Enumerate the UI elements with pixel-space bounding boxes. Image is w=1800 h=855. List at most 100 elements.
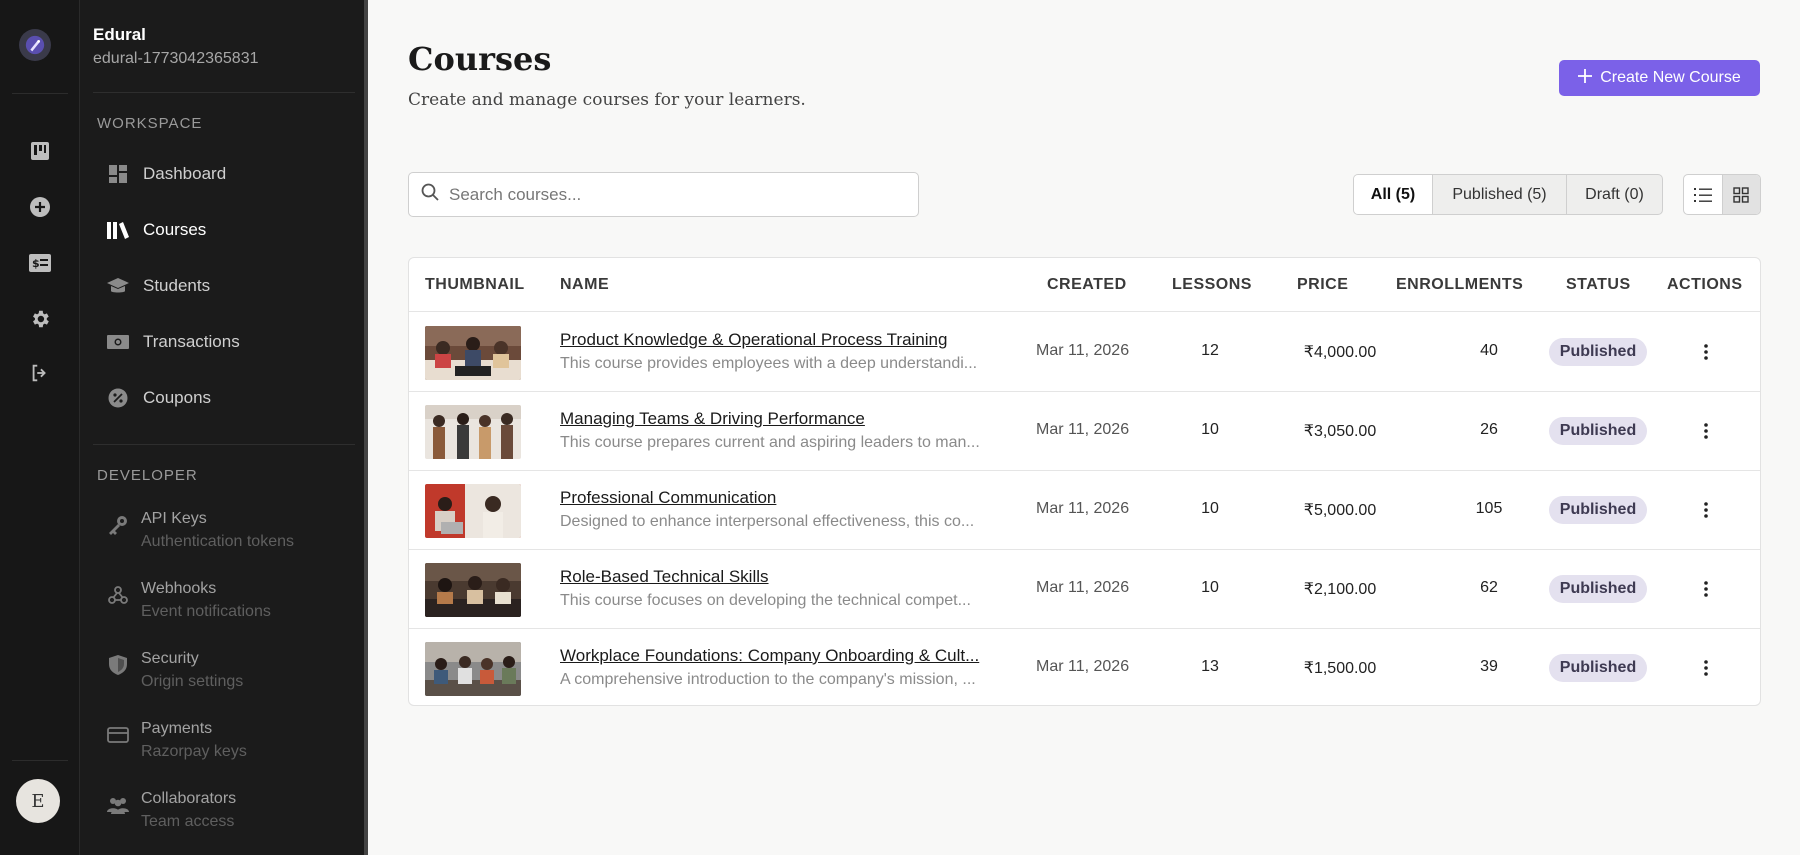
sidebar-item-courses[interactable]: Courses <box>107 215 347 245</box>
more-actions-icon[interactable] <box>1693 653 1719 683</box>
status-badge: Published <box>1549 417 1647 445</box>
filter-all[interactable]: All (5) <box>1354 175 1432 214</box>
sidebar-item-label: Students <box>143 276 211 295</box>
sidebar-item-payments[interactable]: Payments Razorpay keys <box>107 720 347 761</box>
more-actions-icon[interactable] <box>1693 337 1719 367</box>
more-actions-icon[interactable] <box>1693 495 1719 525</box>
sidebar-item-coupons[interactable]: Coupons <box>107 383 347 413</box>
dev-item-label: Collaborators <box>141 790 237 807</box>
sidebar: Edural edural-1773042365831 WORKSPACE Da… <box>80 0 367 855</box>
column-header: ENROLLMENTS <box>1396 276 1524 293</box>
column-header: STATUS <box>1566 276 1631 293</box>
users-icon <box>107 794 129 816</box>
column-header: CREATED <box>1047 276 1127 293</box>
sidebar-item-webhooks[interactable]: Webhooks Event notifications <box>107 580 347 621</box>
course-title-link[interactable]: Product Knowledge & Operational Process … <box>560 330 1010 350</box>
course-title-link[interactable]: Workplace Foundations: Company Onboardin… <box>560 646 1010 666</box>
course-description: This course focuses on developing the te… <box>560 592 971 609</box>
search-input[interactable] <box>449 184 889 205</box>
user-avatar[interactable]: E <box>16 779 60 823</box>
sidebar-item-label: Transactions <box>143 332 240 351</box>
status-badge: Published <box>1549 654 1647 682</box>
svg-text:$: $ <box>32 257 40 270</box>
course-name-cell: Professional Communication Designed to e… <box>560 488 1010 531</box>
icon-rail: $ E <box>0 0 80 855</box>
more-actions-icon[interactable] <box>1693 574 1719 604</box>
filter-published[interactable]: Published (5) <box>1432 175 1566 214</box>
course-thumbnail[interactable] <box>425 563 521 617</box>
course-thumbnail[interactable] <box>425 405 521 459</box>
org-name: Edural <box>93 25 146 44</box>
grid-view-icon <box>1733 186 1749 203</box>
course-thumbnail[interactable] <box>425 642 521 696</box>
sidebar-divider <box>93 92 355 93</box>
percent-badge-icon <box>107 387 129 409</box>
column-header: ACTIONS <box>1667 276 1743 293</box>
grid-icon <box>107 163 129 185</box>
banknote-icon <box>107 331 129 353</box>
status-badge: Published <box>1549 575 1647 603</box>
workspace-section-title: WORKSPACE <box>97 115 203 132</box>
developer-section-title: DEVELOPER <box>97 467 198 484</box>
dev-item-label: Security <box>141 650 199 667</box>
dev-item-label: API Keys <box>141 510 207 527</box>
dev-item-sub: Team access <box>141 813 235 830</box>
page-title: Courses <box>408 40 552 78</box>
table-row[interactable]: Product Knowledge & Operational Process … <box>409 313 1760 392</box>
course-name-cell: Managing Teams & Driving Performance Thi… <box>560 409 1010 452</box>
table-row[interactable]: Managing Teams & Driving Performance Thi… <box>409 392 1760 471</box>
sidebar-scrollbar[interactable] <box>364 0 368 855</box>
grid-view-button[interactable] <box>1721 175 1760 214</box>
logout-icon[interactable] <box>27 360 53 386</box>
created-date: Mar 11, 2026 <box>1036 658 1130 675</box>
column-header: PRICE <box>1297 276 1349 293</box>
status-badge: Published <box>1549 338 1647 366</box>
dev-item-sub: Event notifications <box>141 603 271 620</box>
page-subtitle: Create and manage courses for your learn… <box>408 90 806 110</box>
column-header: LESSONS <box>1172 276 1252 293</box>
created-date: Mar 11, 2026 <box>1036 342 1130 359</box>
sidebar-item-students[interactable]: Students <box>107 271 347 301</box>
table-row[interactable]: Professional Communication Designed to e… <box>409 471 1760 550</box>
billing-icon[interactable]: $ <box>27 250 53 276</box>
add-circle-icon[interactable] <box>27 194 53 220</box>
course-description: Designed to enhance interpersonal effect… <box>560 513 975 530</box>
settings-gear-icon[interactable] <box>27 306 53 332</box>
lessons-count: 12 <box>1201 342 1219 359</box>
sidebar-item-api-keys[interactable]: API Keys Authentication tokens <box>107 510 347 551</box>
course-title-link[interactable]: Professional Communication <box>560 488 1010 508</box>
table-row[interactable]: Workplace Foundations: Company Onboardin… <box>409 629 1760 705</box>
graduation-cap-icon <box>107 275 129 297</box>
kanban-icon[interactable] <box>27 138 53 164</box>
course-title-link[interactable]: Role-Based Technical Skills <box>560 567 1010 587</box>
app-logo-icon[interactable] <box>19 29 51 61</box>
list-view-button[interactable] <box>1684 175 1722 214</box>
rail-divider <box>12 760 68 761</box>
course-price: ₹3,050.00 <box>1303 423 1377 440</box>
lessons-count: 10 <box>1201 500 1219 517</box>
sidebar-item-collaborators[interactable]: Collaborators Team access <box>107 790 347 831</box>
search-icon <box>421 183 439 206</box>
status-badge: Published <box>1549 496 1647 524</box>
dev-item-sub: Razorpay keys <box>141 743 247 760</box>
created-date: Mar 11, 2026 <box>1036 421 1130 438</box>
dev-item-sub: Origin settings <box>141 673 244 690</box>
sidebar-item-transactions[interactable]: Transactions <box>107 327 347 357</box>
filter-draft[interactable]: Draft (0) <box>1566 175 1662 214</box>
sidebar-item-security[interactable]: Security Origin settings <box>107 650 347 691</box>
course-price: ₹5,000.00 <box>1303 502 1377 519</box>
course-title-link[interactable]: Managing Teams & Driving Performance <box>560 409 1010 429</box>
course-thumbnail[interactable] <box>425 484 521 538</box>
list-icon <box>1693 187 1712 202</box>
create-course-label: Create New Course <box>1600 69 1741 86</box>
sidebar-item-label: Coupons <box>143 388 212 407</box>
course-thumbnail[interactable] <box>425 326 521 380</box>
more-actions-icon[interactable] <box>1693 416 1719 446</box>
sidebar-item-dashboard[interactable]: Dashboard <box>107 159 347 189</box>
lessons-count: 13 <box>1201 658 1219 675</box>
lessons-count: 10 <box>1201 421 1219 438</box>
dev-item-label: Payments <box>141 720 213 737</box>
view-toggle <box>1683 174 1761 215</box>
table-row[interactable]: Role-Based Technical Skills This course … <box>409 550 1760 629</box>
create-course-button[interactable]: Create New Course <box>1559 60 1760 96</box>
